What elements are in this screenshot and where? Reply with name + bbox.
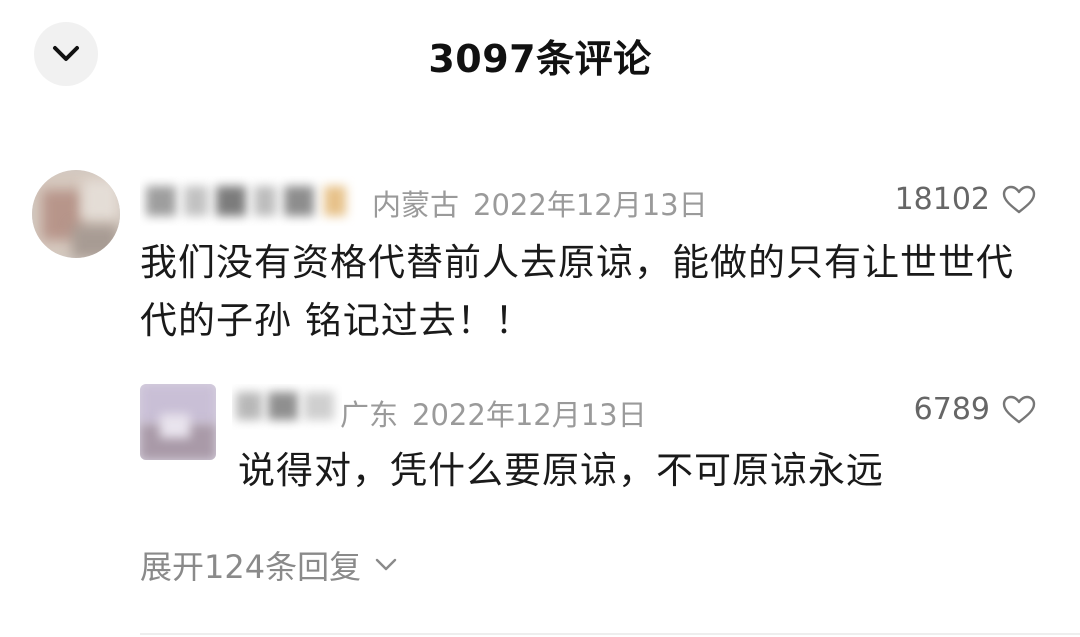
divider — [140, 633, 1080, 635]
comment-meta: 内蒙古 2022年12月13日 — [372, 182, 708, 224]
reply-date: 2022年12月13日 — [412, 398, 647, 432]
expand-replies-button[interactable]: 展开124条回复 — [140, 542, 397, 588]
reply-text: 说得对，凭什么要原谅，不可原谅永远 — [238, 449, 884, 492]
reply-username-redacted[interactable] — [232, 384, 342, 430]
username-redacted[interactable] — [140, 176, 360, 226]
reply-location: 广东 — [340, 398, 399, 432]
chevron-down-icon — [375, 558, 397, 571]
reply-like-button[interactable]: 6789 — [914, 392, 1036, 427]
comment-like-count: 18102 — [894, 182, 990, 217]
heart-outline-icon — [1002, 185, 1036, 213]
expand-replies-label: 展开124条回复 — [140, 548, 362, 586]
comments-header: 3097条评论 — [0, 0, 1080, 110]
comment-like-button[interactable]: 18102 — [895, 182, 1036, 217]
comment-location: 内蒙古 — [372, 188, 460, 222]
comment-date: 2022年12月13日 — [473, 188, 708, 222]
avatar[interactable] — [32, 170, 120, 258]
heart-outline-icon — [1002, 395, 1036, 423]
page-title: 3097条评论 — [428, 37, 652, 81]
reply-like-count: 6789 — [913, 392, 990, 427]
comment-text: 我们没有资格代替前人去原谅，能做的只有让世世代代的子孙 铭记过去！！ — [140, 241, 1014, 342]
reply-avatar[interactable] — [140, 384, 216, 460]
reply-meta: 广东 2022年12月13日 — [340, 392, 647, 434]
